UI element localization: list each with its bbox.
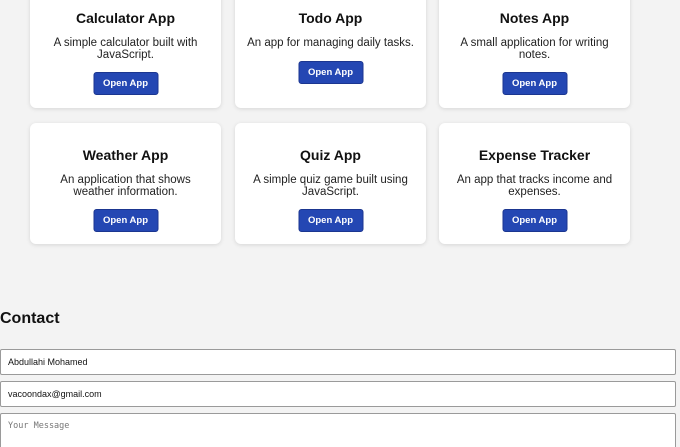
contact-heading: Contact — [0, 310, 60, 327]
page: Calculator App A simple calculator built… — [0, 0, 680, 447]
app-card-notes: Notes App A small application for writin… — [439, 0, 630, 108]
app-card-title: Expense Tracker — [478, 147, 591, 163]
app-card-description: A simple calculator built with JavaScrip… — [53, 37, 198, 61]
open-app-button-calculator[interactable]: Open App — [93, 72, 158, 95]
app-card-title: Weather App — [82, 147, 169, 163]
app-card-expense-tracker: Expense Tracker An app that tracks incom… — [439, 123, 630, 244]
app-card-description: An app for managing daily tasks. — [247, 37, 414, 49]
app-card-description: An app that tracks income and expenses. — [456, 174, 613, 198]
open-app-button-weather[interactable]: Open App — [93, 209, 158, 232]
open-app-button-expense-tracker[interactable]: Open App — [502, 209, 567, 232]
app-card-description: A simple quiz game built using JavaScrip… — [253, 174, 408, 198]
name-field[interactable] — [0, 349, 676, 375]
app-card-quiz: Quiz App A simple quiz game built using … — [235, 123, 426, 244]
app-card-todo: Todo App An app for managing daily tasks… — [235, 0, 426, 108]
open-app-button-notes[interactable]: Open App — [502, 72, 567, 95]
message-field[interactable] — [0, 413, 676, 447]
app-card-weather: Weather App An application that shows we… — [30, 123, 221, 244]
app-card-title: Notes App — [499, 10, 570, 26]
app-card-description: A small application for writing notes. — [460, 37, 609, 61]
app-card-title: Calculator App — [75, 10, 176, 26]
app-card-title: Quiz App — [300, 147, 361, 163]
app-card-title: Todo App — [298, 10, 363, 26]
open-app-button-quiz[interactable]: Open App — [298, 209, 363, 232]
app-card-calculator: Calculator App A simple calculator built… — [30, 0, 221, 108]
email-field[interactable] — [0, 381, 676, 407]
open-app-button-todo[interactable]: Open App — [298, 61, 363, 84]
app-card-description: An application that shows weather inform… — [60, 174, 191, 198]
